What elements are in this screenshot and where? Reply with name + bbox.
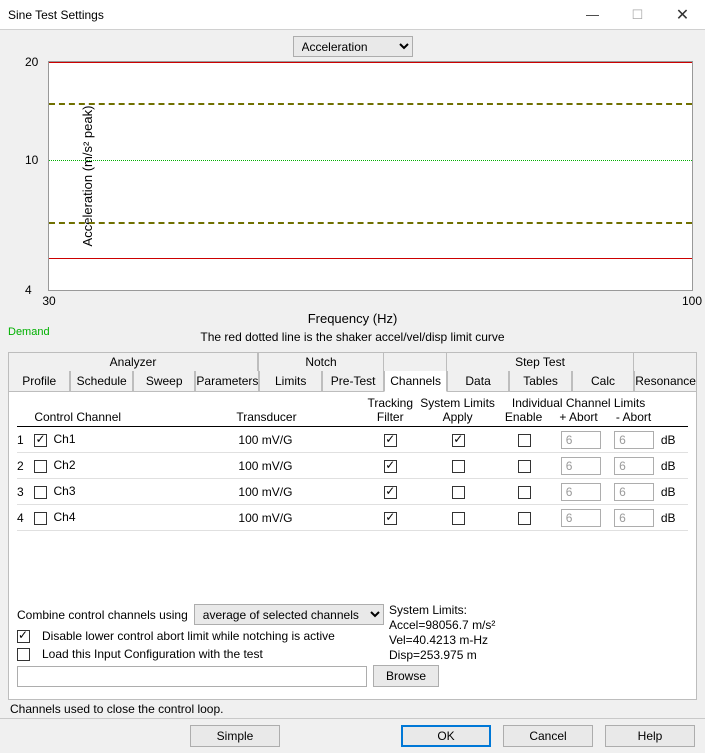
y-tick: 4 bbox=[25, 283, 32, 297]
tab-sweep[interactable]: Sweep bbox=[133, 371, 195, 392]
y-tick: 10 bbox=[25, 153, 38, 167]
enable-checkbox[interactable] bbox=[518, 434, 531, 447]
ok-button[interactable]: OK bbox=[401, 725, 491, 747]
minus-abort-input[interactable]: 6 bbox=[614, 509, 654, 527]
control-checkbox[interactable] bbox=[34, 460, 47, 473]
load-input-label: Load this Input Configuration with the t… bbox=[42, 647, 263, 661]
lower-limit-line bbox=[49, 258, 692, 259]
combine-select[interactable]: average of selected channels bbox=[194, 604, 384, 625]
browse-button[interactable]: Browse bbox=[373, 665, 439, 687]
col-minus-abort: - Abort bbox=[606, 410, 661, 424]
demand-legend: Demand bbox=[8, 326, 50, 338]
plus-abort-input[interactable]: 6 bbox=[561, 431, 601, 449]
tab-strip: ProfileScheduleSweepParametersLimitsPre-… bbox=[8, 371, 697, 392]
y-axis-label: Acceleration (m/s² peak) bbox=[80, 106, 95, 247]
chart-caption: The red dotted line is the shaker accel/… bbox=[8, 330, 697, 344]
disable-lower-checkbox[interactable] bbox=[17, 630, 30, 643]
channels-panel: Control Channel Transducer Tracking Filt… bbox=[8, 392, 697, 700]
disable-lower-label: Disable lower control abort limit while … bbox=[42, 629, 335, 643]
system-limits-block: System Limits: Accel=98056.7 m/s² Vel=40… bbox=[389, 603, 495, 663]
control-checkbox[interactable] bbox=[34, 512, 47, 525]
tab-tables[interactable]: Tables bbox=[509, 371, 571, 392]
y-tick: 20 bbox=[25, 55, 38, 69]
tracking-checkbox[interactable] bbox=[384, 512, 397, 525]
tracking-checkbox[interactable] bbox=[384, 460, 397, 473]
lower-warn-line bbox=[49, 222, 692, 224]
enable-checkbox[interactable] bbox=[518, 460, 531, 473]
x-axis-label: Frequency (Hz) bbox=[8, 311, 697, 326]
col-transducer: Transducer bbox=[236, 410, 361, 424]
channel-row: 3Ch3100 mV/G66dB bbox=[17, 479, 688, 505]
syslimits-checkbox[interactable] bbox=[452, 434, 465, 447]
channel-row: 4Ch4100 mV/G66dB bbox=[17, 505, 688, 531]
title-bar: Sine Test Settings — ☐ ✕ bbox=[0, 0, 705, 30]
chart-area: Acceleration (m/s² peak) 20 10 4 30 100 bbox=[48, 61, 693, 291]
syslimits-checkbox[interactable] bbox=[452, 460, 465, 473]
tab-channels[interactable]: Channels bbox=[384, 371, 446, 392]
tab-resonance[interactable]: Resonance bbox=[634, 371, 697, 392]
upper-warn-line bbox=[49, 103, 692, 105]
dialog-footer: Simple OK Cancel Help bbox=[0, 718, 705, 753]
window-title: Sine Test Settings bbox=[8, 8, 104, 22]
col-icl: Individual Channel Limits bbox=[496, 396, 661, 410]
chart-quantity-select[interactable]: Acceleration bbox=[293, 36, 413, 57]
syslimits-checkbox[interactable] bbox=[452, 512, 465, 525]
load-input-checkbox[interactable] bbox=[17, 648, 30, 661]
tracking-checkbox[interactable] bbox=[384, 486, 397, 499]
syslimits-checkbox[interactable] bbox=[452, 486, 465, 499]
minus-abort-input[interactable]: 6 bbox=[614, 431, 654, 449]
control-checkbox[interactable] bbox=[34, 486, 47, 499]
tab-pre-test[interactable]: Pre-Test bbox=[322, 371, 384, 392]
minus-abort-input[interactable]: 6 bbox=[614, 483, 654, 501]
control-checkbox[interactable] bbox=[34, 434, 47, 447]
x-tick: 30 bbox=[42, 294, 55, 308]
col-tracking-filter: Tracking Filter bbox=[361, 396, 419, 424]
x-tick: 100 bbox=[682, 294, 702, 308]
col-enable: Enable bbox=[496, 410, 551, 424]
close-button[interactable]: ✕ bbox=[660, 0, 705, 30]
demand-line bbox=[49, 160, 692, 161]
plus-abort-input[interactable]: 6 bbox=[561, 457, 601, 475]
tab-schedule[interactable]: Schedule bbox=[70, 371, 132, 392]
minus-abort-input[interactable]: 6 bbox=[614, 457, 654, 475]
plus-abort-input[interactable]: 6 bbox=[561, 483, 601, 501]
cancel-button[interactable]: Cancel bbox=[503, 725, 593, 747]
col-plus-abort: + Abort bbox=[551, 410, 606, 424]
plus-abort-input[interactable]: 6 bbox=[561, 509, 601, 527]
tab-data[interactable]: Data bbox=[447, 371, 509, 392]
minimize-button[interactable]: — bbox=[570, 0, 615, 30]
tab-limits[interactable]: Limits bbox=[259, 371, 321, 392]
channel-row: 1Ch1100 mV/G66dB bbox=[17, 427, 688, 453]
maximize-button[interactable]: ☐ bbox=[615, 0, 660, 30]
combine-label: Combine control channels using bbox=[17, 608, 188, 622]
simple-button[interactable]: Simple bbox=[190, 725, 280, 747]
upper-limit-line bbox=[49, 62, 692, 63]
enable-checkbox[interactable] bbox=[518, 512, 531, 525]
tab-profile[interactable]: Profile bbox=[8, 371, 70, 392]
tab-group-analyzer: Analyzer bbox=[8, 352, 258, 371]
enable-checkbox[interactable] bbox=[518, 486, 531, 499]
input-config-path[interactable] bbox=[17, 666, 367, 687]
help-button[interactable]: Help bbox=[605, 725, 695, 747]
tab-group-steptest: Step Test bbox=[446, 352, 634, 371]
col-system-limits: System Limits Apply bbox=[419, 396, 496, 424]
tab-calc[interactable]: Calc bbox=[572, 371, 634, 392]
tab-group-notch: Notch bbox=[258, 352, 384, 371]
tracking-checkbox[interactable] bbox=[384, 434, 397, 447]
channel-row: 2Ch2100 mV/G66dB bbox=[17, 453, 688, 479]
tab-parameters[interactable]: Parameters bbox=[195, 371, 259, 392]
col-control-channel: Control Channel bbox=[34, 410, 236, 424]
status-text: Channels used to close the control loop. bbox=[0, 700, 705, 718]
